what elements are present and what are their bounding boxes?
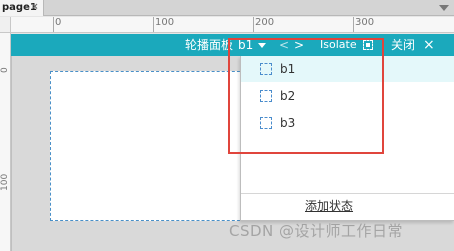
- panel-name-label: 轮播面板: [185, 38, 234, 52]
- tab-strip: page1 ×: [0, 0, 454, 16]
- ruler-tick: [353, 17, 354, 32]
- ruler-tick: [153, 17, 154, 32]
- ruler-label: 200: [255, 17, 275, 28]
- vertical-ruler: 0 100: [0, 33, 11, 251]
- ruler-label: 0: [55, 17, 62, 28]
- ruler-corner: [0, 17, 11, 33]
- annotation-highlight: [228, 38, 384, 154]
- ruler-tick: [53, 17, 54, 32]
- divider: [241, 193, 454, 194]
- close-icon[interactable]: ×: [423, 34, 435, 56]
- chevron-down-icon[interactable]: [439, 5, 449, 11]
- canvas-edge: [11, 56, 12, 251]
- ruler-label: 100: [0, 173, 10, 191]
- tab-page1[interactable]: page1 ×: [0, 0, 44, 16]
- add-state-link[interactable]: 添加状态: [305, 197, 353, 215]
- ruler-label: 100: [155, 17, 175, 28]
- close-panel-button[interactable]: 关闭: [391, 34, 415, 56]
- ruler-label: 0: [0, 67, 10, 73]
- horizontal-ruler: 0 100 200 300: [11, 17, 454, 33]
- watermark: CSDN @设计师工作日常: [229, 222, 404, 240]
- dynamic-panel-area[interactable]: [50, 71, 250, 221]
- ruler-tick: [253, 17, 254, 32]
- close-icon[interactable]: ×: [31, 0, 39, 15]
- ruler-label: 300: [355, 17, 375, 28]
